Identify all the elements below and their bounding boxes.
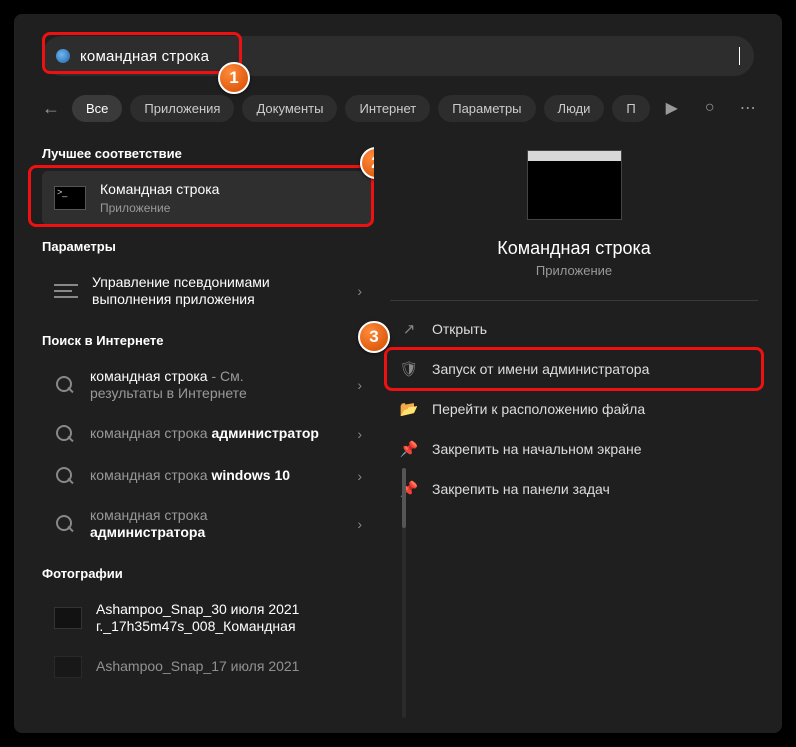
result-subtitle: Приложение bbox=[100, 201, 219, 215]
web-result[interactable]: командная строка администратор › bbox=[42, 413, 374, 455]
result-title: Командная строка bbox=[100, 181, 219, 199]
web-result[interactable]: командная строка администратора › bbox=[42, 497, 374, 552]
preview-subtitle: Приложение bbox=[536, 263, 612, 278]
filter-all[interactable]: Все bbox=[72, 95, 122, 122]
image-thumb-icon bbox=[54, 607, 82, 629]
filter-apps[interactable]: Приложения bbox=[130, 95, 234, 122]
preview-title: Командная строка bbox=[497, 238, 651, 259]
chevron-right-icon: › bbox=[357, 377, 362, 393]
preview-column: Командная строка Приложение ↗ Открыть 3 … bbox=[374, 132, 782, 723]
play-icon[interactable]: ▶ bbox=[658, 94, 686, 122]
photo-result[interactable]: Ashampoo_Snap_17 июля 2021 bbox=[42, 646, 374, 688]
search-icon bbox=[56, 49, 70, 63]
chevron-right-icon: › bbox=[357, 468, 362, 484]
web-heading: Поиск в Интернете bbox=[42, 333, 374, 348]
open-icon: ↗ bbox=[400, 320, 418, 338]
filter-row: ← Все Приложения Документы Интернет Пара… bbox=[14, 76, 782, 132]
search-input[interactable] bbox=[80, 48, 733, 65]
filter-internet[interactable]: Интернет bbox=[345, 95, 430, 122]
best-match-result[interactable]: Командная строка Приложение bbox=[42, 171, 374, 225]
preview-thumbnail bbox=[527, 150, 622, 220]
photo-result[interactable]: Ashampoo_Snap_30 июля 2021 г._17h35m47s_… bbox=[42, 591, 374, 646]
settings-result[interactable]: Управление псевдонимами выполнения прило… bbox=[42, 264, 374, 319]
action-open[interactable]: ↗ Открыть bbox=[390, 309, 758, 349]
web-result[interactable]: командная строка - См. результаты в Инте… bbox=[42, 358, 374, 413]
filter-docs[interactable]: Документы bbox=[242, 95, 337, 122]
best-match-heading: Лучшее соответствие bbox=[42, 146, 374, 161]
action-run-as-admin[interactable]: 🛡 Запуск от имени администратора bbox=[390, 349, 758, 389]
annotation-badge-3: 3 bbox=[358, 321, 390, 353]
settings-heading: Параметры bbox=[42, 239, 374, 254]
web-result[interactable]: командная строка windows 10 › bbox=[42, 455, 374, 497]
search-result-icon bbox=[54, 513, 76, 535]
search-result-icon bbox=[54, 465, 76, 487]
cmd-icon bbox=[54, 186, 86, 210]
image-thumb-icon bbox=[54, 656, 82, 678]
chevron-right-icon: › bbox=[357, 516, 362, 532]
action-open-location[interactable]: 📂 Перейти к расположению файла bbox=[390, 389, 758, 429]
chevron-right-icon: › bbox=[357, 426, 362, 442]
settings-alias-icon bbox=[54, 281, 78, 301]
action-pin-taskbar[interactable]: 📌 Закрепить на панели задач bbox=[390, 469, 758, 509]
circle-icon[interactable]: ○ bbox=[696, 94, 724, 122]
pin-icon: 📌 bbox=[400, 440, 418, 458]
folder-icon: 📂 bbox=[400, 400, 418, 418]
filter-people[interactable]: Люди bbox=[544, 95, 605, 122]
overflow-icon[interactable]: ⋯ bbox=[734, 94, 762, 122]
results-column: Лучшее соответствие 2 Командная строка П… bbox=[14, 132, 374, 723]
chevron-right-icon: › bbox=[357, 283, 362, 299]
scrollbar[interactable] bbox=[402, 468, 406, 718]
search-box[interactable] bbox=[42, 36, 754, 76]
back-arrow-icon[interactable]: ← bbox=[42, 94, 60, 122]
search-result-icon bbox=[54, 374, 76, 396]
search-panel: 1 ← Все Приложения Документы Интернет Па… bbox=[14, 14, 782, 733]
search-result-icon bbox=[54, 423, 76, 445]
filter-settings[interactable]: Параметры bbox=[438, 95, 535, 122]
annotation-badge-1: 1 bbox=[218, 62, 250, 94]
shield-icon: 🛡 bbox=[400, 360, 418, 378]
action-pin-start[interactable]: 📌 Закрепить на начальном экране bbox=[390, 429, 758, 469]
photos-heading: Фотографии bbox=[42, 566, 374, 581]
filter-more[interactable]: П bbox=[612, 95, 649, 122]
